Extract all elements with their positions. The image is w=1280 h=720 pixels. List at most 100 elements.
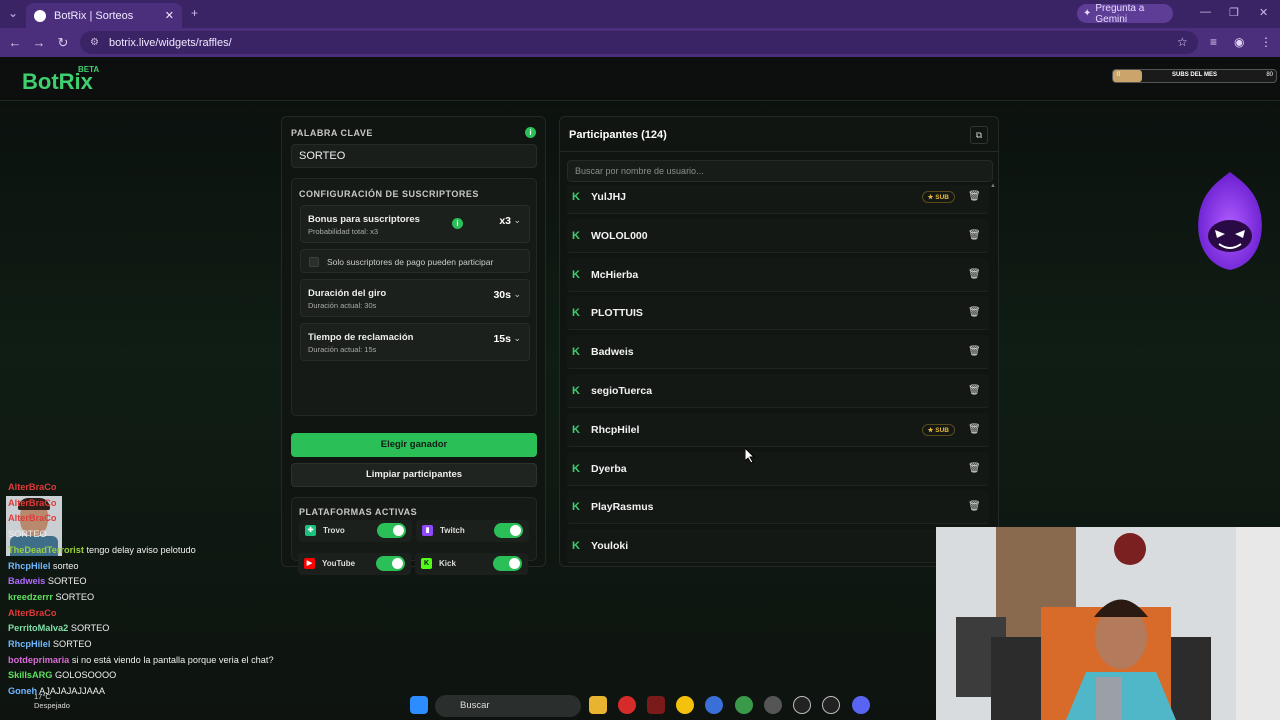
participants-title: Participantes (124) — [569, 129, 667, 141]
chat-message: AlterBraCo — [8, 608, 57, 618]
app-icon[interactable] — [647, 696, 665, 714]
copy-icon[interactable]: ⧉ — [970, 126, 988, 144]
delete-participant-icon[interactable]: 🗑 — [968, 346, 981, 358]
app-icon[interactable] — [705, 696, 723, 714]
chevron-down-icon[interactable]: ⌄ — [513, 333, 521, 344]
platform-name: Trovo — [323, 526, 345, 535]
keyword-input[interactable]: SORTEO — [291, 144, 537, 168]
participants-list: K YulJHJ ★ SUB 🗑 K WOLOL000 🗑 K McHierba 🗑 K PLOTTU… — [567, 185, 989, 565]
chat-username: TheDeadTerrorist — [8, 544, 84, 555]
chat-text: SORTEO — [68, 623, 110, 634]
participant-row: KYouloki🗑 — [567, 529, 989, 564]
gemini-button[interactable]: ✦ Pregunta a Gemini — [1077, 2, 1173, 25]
address-bar[interactable]: ⚙ botrix.live/widgets/raffles/ — [80, 31, 1198, 54]
keyword-info-icon[interactable]: i — [525, 127, 536, 138]
chat-text: sorteo — [50, 560, 79, 571]
twitch-toggle[interactable] — [494, 523, 523, 538]
paid-only-checkbox-row[interactable]: Solo suscriptores de pago pueden partici… — [300, 249, 530, 273]
reload-icon[interactable]: ↻ — [51, 35, 75, 51]
delete-participant-icon[interactable]: 🗑 — [968, 191, 981, 203]
participant-row: K YulJHJ ★ SUB 🗑 — [567, 185, 989, 214]
tab-list-chevron-icon[interactable]: ⌄ — [8, 6, 18, 20]
profile-icon[interactable]: ◉ — [1234, 35, 1244, 49]
kick-toggle[interactable] — [493, 556, 522, 571]
platform-name: YouTube — [322, 559, 356, 568]
discord-icon[interactable] — [852, 696, 870, 714]
chat-username: botdeprimaria — [8, 654, 70, 665]
chat-message: kreedzerrr SORTEO — [8, 592, 94, 602]
participant-search-input[interactable]: Buscar por nombre de usuario... — [567, 160, 993, 182]
bookmark-star-icon[interactable]: ☆ — [1177, 35, 1188, 49]
browser-tab[interactable]: BotRix | Sorteos ✕ — [26, 3, 182, 28]
tab-title: BotRix | Sorteos — [54, 9, 134, 22]
platforms-label: PLATAFORMAS ACTIVAS — [299, 507, 418, 517]
browser-menu-icon[interactable]: ⋮ — [1260, 35, 1272, 49]
forward-icon[interactable]: → — [27, 35, 51, 50]
paid-only-checkbox[interactable] — [309, 257, 319, 267]
chat-message: RhcpHilel sorteo — [8, 561, 78, 571]
botrix-logo[interactable]: BotRix BETA — [22, 65, 99, 95]
chat-message: PerritoMalva2 SORTEO — [8, 623, 109, 633]
delete-participant-icon[interactable]: 🗑 — [968, 230, 981, 242]
chrome-active-icon[interactable] — [735, 696, 753, 714]
weather-temp: 17°C — [34, 692, 51, 701]
scrollbar-up-icon[interactable]: ▲ — [990, 183, 996, 189]
chat-username: AlterBraCo — [8, 607, 57, 618]
spin-duration-select[interactable]: 30s — [493, 289, 511, 301]
bonus-select[interactable]: x3 — [499, 215, 511, 227]
site-info-icon[interactable]: ⚙ — [90, 37, 99, 48]
unreal-icon[interactable] — [793, 696, 811, 714]
ghost-mascot-image — [1198, 172, 1262, 270]
windows-start-icon[interactable] — [410, 696, 428, 714]
subs-progress-bar: 0 SUBS DEL MES 80 — [1112, 69, 1277, 83]
keyword-label: PALABRA CLAVE — [291, 128, 373, 138]
streamer-webcam — [936, 527, 1280, 720]
chrome-icon[interactable] — [676, 696, 694, 714]
sub-badge: ★ SUB — [921, 423, 955, 436]
kick-icon: K — [572, 268, 580, 281]
kick-icon: K — [572, 346, 580, 359]
gemini-label: Pregunta a Gemini — [1095, 2, 1145, 25]
chat-message: AlterBraCo — [8, 482, 57, 492]
chevron-down-icon[interactable]: ⌄ — [513, 215, 521, 226]
tab-search-icon[interactable]: ≡ — [1210, 35, 1217, 49]
minimize-icon[interactable]: — — [1200, 6, 1211, 18]
back-icon[interactable]: ← — [3, 35, 27, 50]
claim-time-select[interactable]: 15s — [493, 333, 511, 345]
window-close-icon[interactable]: ✕ — [1259, 6, 1268, 19]
chat-username: kreedzerrr — [8, 591, 53, 602]
chat-text: GOLOSOOOO — [52, 670, 117, 681]
app-icon[interactable] — [764, 696, 782, 714]
delete-participant-icon[interactable]: 🗑 — [968, 463, 981, 475]
subscriber-config-panel: CONFIGURACIÓN DE SUSCRIPTORES Bonus para… — [291, 178, 537, 416]
tab-close-icon[interactable]: ✕ — [165, 9, 174, 22]
participant-name: Dyerba — [591, 462, 627, 475]
platform-twitch: ▮ Twitch — [416, 520, 529, 542]
delete-participant-icon[interactable]: 🗑 — [968, 307, 981, 319]
unreal-icon[interactable] — [822, 696, 840, 714]
bonus-info-icon[interactable]: i — [452, 218, 463, 229]
trovo-icon: ✚ — [305, 525, 316, 536]
file-explorer-icon[interactable] — [589, 696, 607, 714]
delete-participant-icon[interactable]: 🗑 — [968, 424, 981, 436]
chat-text: si no está viendo la pantalla porque ver… — [69, 654, 274, 665]
subscriber-config-label: CONFIGURACIÓN DE SUSCRIPTORES — [299, 189, 479, 199]
new-tab-button[interactable]: + — [191, 6, 198, 20]
clear-participants-button[interactable]: Limpiar participantes — [291, 463, 537, 487]
weather-widget[interactable]: 17°C Despejado — [12, 692, 70, 710]
participant-name: segioTuerca — [591, 385, 653, 397]
spin-subtitle: Duración actual: 30s — [308, 301, 377, 310]
delete-participant-icon[interactable]: 🗑 — [968, 269, 981, 281]
participant-name: McHierba — [591, 268, 639, 281]
chevron-down-icon[interactable]: ⌄ — [513, 289, 521, 300]
bonus-title: Bonus para suscriptores — [308, 214, 420, 225]
delete-participant-icon[interactable]: 🗑 — [968, 501, 981, 513]
maximize-icon[interactable]: ❐ — [1229, 6, 1239, 19]
trovo-toggle[interactable] — [377, 523, 406, 538]
media-app-icon[interactable] — [618, 696, 636, 714]
youtube-toggle[interactable] — [376, 556, 405, 571]
pick-winner-button[interactable]: Elegir ganador — [291, 433, 537, 457]
kick-icon: K — [572, 229, 580, 242]
delete-participant-icon[interactable]: 🗑 — [968, 385, 981, 397]
taskbar-search[interactable]: Buscar — [435, 695, 581, 717]
